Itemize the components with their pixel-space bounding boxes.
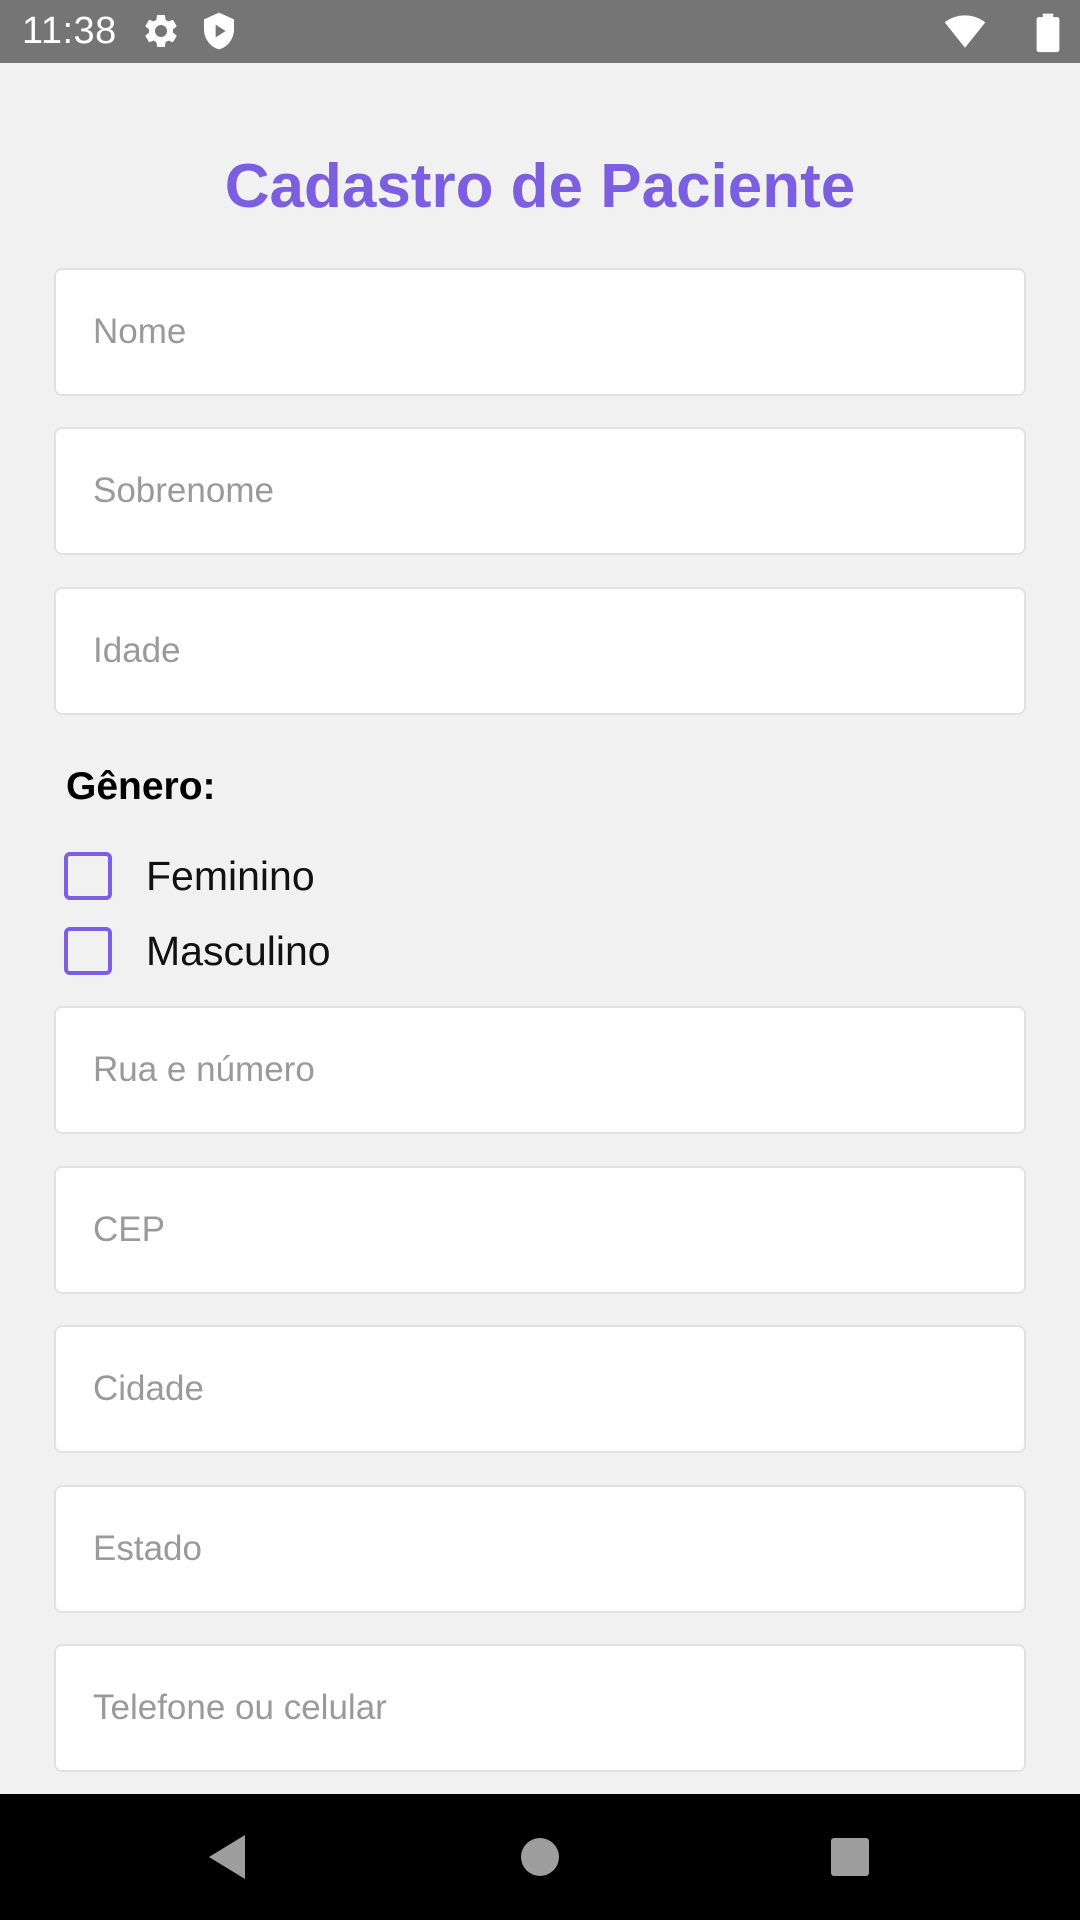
idade-input[interactable] bbox=[54, 587, 1026, 715]
page-title: Cadastro de Paciente bbox=[224, 152, 856, 221]
masculino-checkbox[interactable] bbox=[64, 927, 112, 975]
feminino-label: Feminino bbox=[146, 853, 315, 899]
estado-input[interactable] bbox=[54, 1485, 1026, 1613]
recents-icon bbox=[831, 1838, 869, 1876]
home-icon bbox=[521, 1838, 559, 1876]
nome-input[interactable] bbox=[54, 268, 1026, 396]
telefone-input[interactable] bbox=[54, 1644, 1026, 1772]
gender-label: Gênero: bbox=[66, 765, 216, 808]
back-icon bbox=[209, 1835, 245, 1879]
gender-option-feminino[interactable]: Feminino bbox=[64, 847, 315, 905]
wifi-icon bbox=[944, 15, 986, 48]
cep-input[interactable] bbox=[54, 1166, 1026, 1294]
navigation-bar bbox=[0, 1794, 1080, 1920]
gear-icon bbox=[145, 14, 177, 47]
sobrenome-input[interactable] bbox=[54, 427, 1026, 555]
cidade-input[interactable] bbox=[54, 1325, 1026, 1453]
nav-recents-button[interactable] bbox=[770, 1794, 930, 1920]
status-bar: 11:38 bbox=[0, 0, 1080, 63]
nav-home-button[interactable] bbox=[460, 1794, 620, 1920]
battery-icon bbox=[1036, 13, 1060, 53]
nav-back-button[interactable] bbox=[147, 1794, 307, 1920]
rua-input[interactable] bbox=[54, 1006, 1026, 1134]
shield-icon bbox=[204, 12, 234, 50]
gender-option-masculino[interactable]: Masculino bbox=[64, 922, 331, 980]
masculino-label: Masculino bbox=[146, 928, 331, 974]
status-time: 11:38 bbox=[22, 10, 117, 52]
feminino-checkbox[interactable] bbox=[64, 852, 112, 900]
